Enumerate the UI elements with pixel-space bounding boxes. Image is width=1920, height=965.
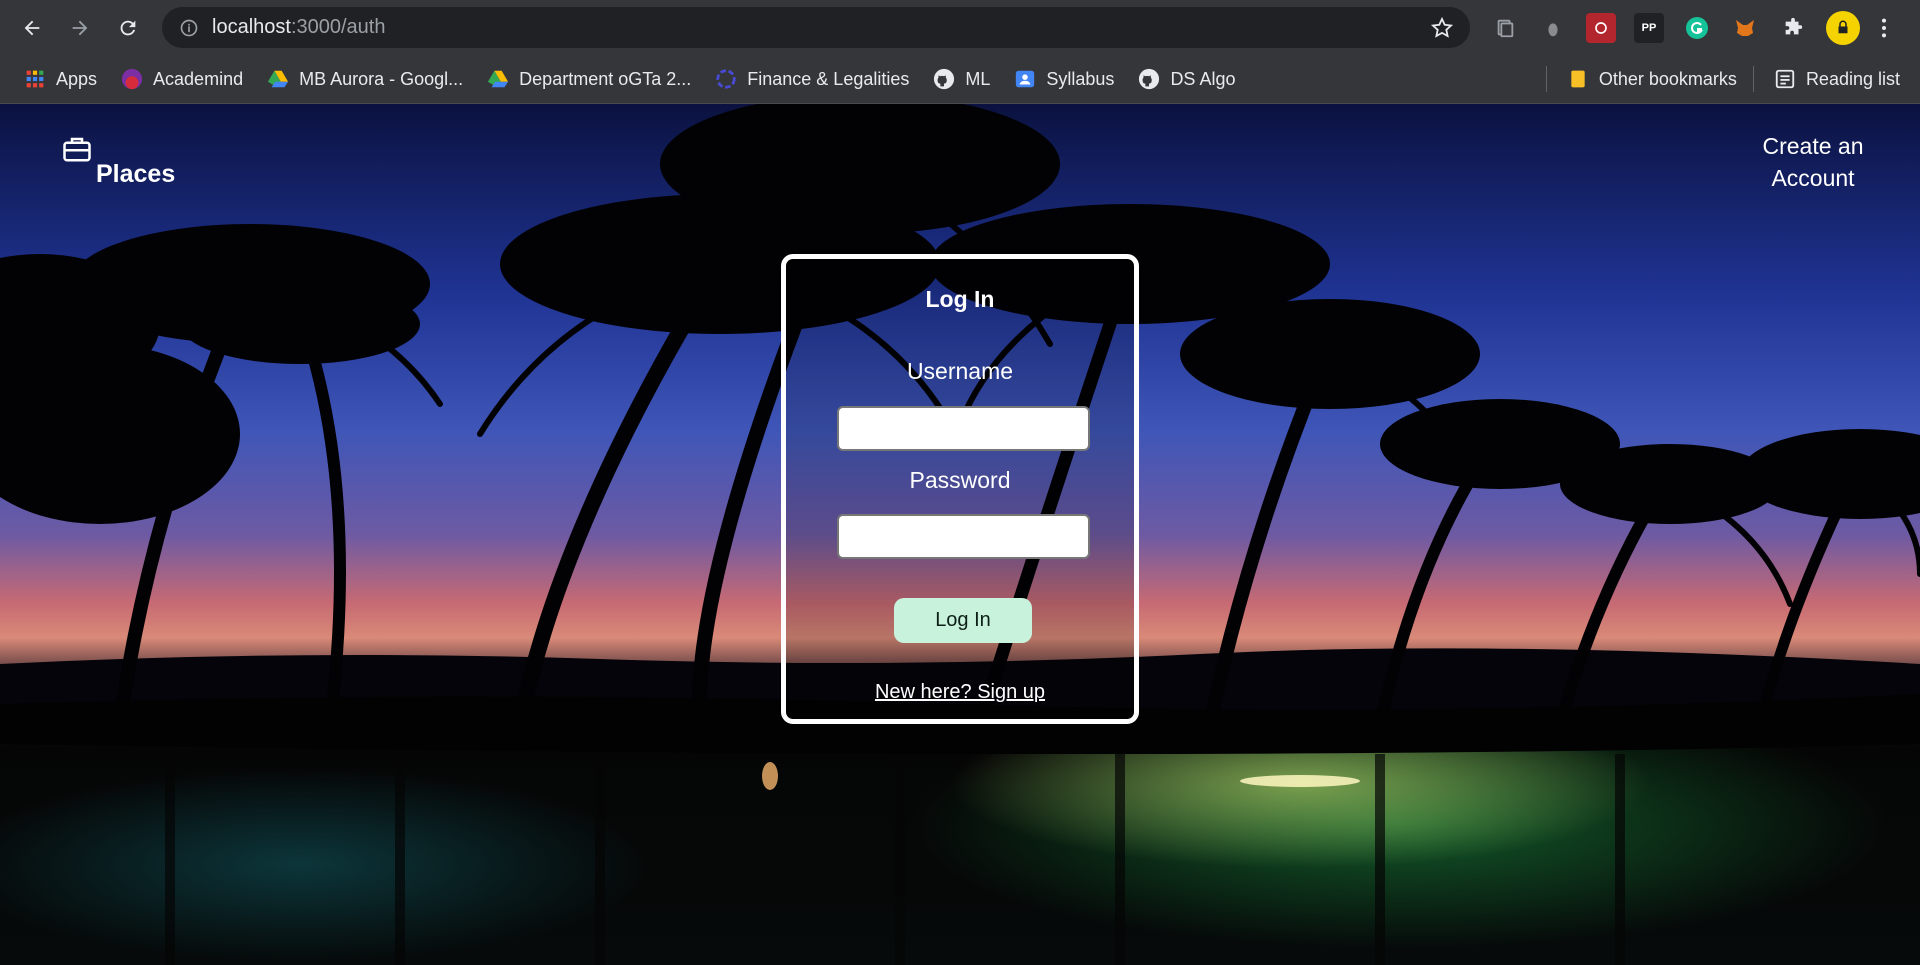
signup-link[interactable]: New here? Sign up — [786, 681, 1134, 704]
reading-list-icon — [1774, 68, 1796, 90]
pp-extension-icon[interactable]: PP — [1634, 13, 1664, 43]
bookmark-star-icon[interactable] — [1430, 16, 1454, 40]
bookmark-label: Department oGTa 2... — [519, 68, 692, 89]
user-lock-icon — [1838, 20, 1848, 34]
bookmark-label: MB Aurora - Googl... — [299, 68, 464, 89]
password-input[interactable] — [837, 514, 1090, 559]
bookmark-academind[interactable]: Academind — [111, 61, 253, 97]
back-button[interactable] — [16, 12, 48, 44]
bookmark-label: Apps — [56, 68, 98, 89]
login-title: Log In — [925, 286, 995, 312]
bookmark-label: ML — [965, 68, 991, 89]
apps-grid-icon — [24, 68, 46, 90]
url-host: localhost — [212, 16, 291, 38]
login-card: Log In Username Password Log In New here… — [781, 254, 1139, 724]
bookmark-label: Academind — [153, 68, 244, 89]
contacts-icon — [1014, 68, 1036, 90]
gray-extension-icon[interactable] — [1538, 13, 1568, 43]
url-text: localhost:3000/auth — [212, 16, 385, 39]
arrow-left-icon — [24, 20, 40, 35]
bookmark-separator — [1752, 66, 1754, 92]
brand[interactable]: Places — [62, 134, 175, 188]
reading-list-button[interactable]: Reading list — [1764, 61, 1910, 97]
bookmark-ds-algo[interactable]: DS Algo — [1128, 61, 1245, 97]
github-icon — [933, 68, 955, 90]
reading-tool-icon[interactable] — [1490, 13, 1520, 43]
link-icon — [715, 68, 737, 90]
bookmark-label: Syllabus — [1046, 68, 1115, 89]
bookmark-syllabus[interactable]: Syllabus — [1004, 61, 1124, 97]
kebab-icon — [1881, 18, 1887, 38]
site-info-icon[interactable] — [178, 17, 200, 39]
bookmark-department[interactable]: Department oGTa 2... — [477, 61, 701, 97]
briefcase-icon — [63, 137, 91, 162]
academind-icon — [121, 68, 143, 90]
url-path: :3000/auth — [290, 16, 386, 38]
folder-icon — [1567, 68, 1589, 90]
login-button[interactable]: Log In — [894, 598, 1032, 643]
bookmark-label: DS Algo — [1170, 68, 1236, 89]
bookmark-apps[interactable]: Apps — [14, 61, 107, 97]
github-icon — [1138, 68, 1160, 90]
bookmark-separator — [1545, 66, 1547, 92]
browser-toolbar: localhost:3000/auth PP — [0, 0, 1920, 55]
username-label: Username — [906, 358, 1014, 384]
username-input[interactable] — [837, 406, 1090, 451]
puzzle-icon[interactable] — [1778, 13, 1808, 43]
forward-button[interactable] — [64, 12, 96, 44]
create-account-link[interactable]: Create an Account — [1738, 130, 1888, 194]
browser-menu-button[interactable] — [1874, 12, 1894, 44]
bookmarks-right: Other bookmarks Reading list — [1540, 61, 1910, 97]
other-bookmarks-label: Other bookmarks — [1598, 68, 1737, 89]
reload-button[interactable] — [112, 12, 144, 44]
profile-avatar[interactable] — [1826, 11, 1860, 45]
extensions-area: PP — [1490, 11, 1894, 45]
reload-icon — [120, 20, 136, 35]
password-label: Password — [909, 467, 1011, 493]
bookmarks-bar: Apps Academind MB Aurora - Googl... Depa… — [0, 55, 1920, 104]
google-drive-icon — [267, 68, 289, 90]
red-extension-icon[interactable] — [1586, 13, 1616, 43]
brand-name: Places — [96, 160, 176, 188]
bookmark-mb-aurora[interactable]: MB Aurora - Googl... — [257, 61, 473, 97]
bookmark-ml[interactable]: ML — [923, 61, 1000, 97]
other-bookmarks-button[interactable]: Other bookmarks — [1557, 61, 1747, 97]
auth-page: Places Create an Account Log In Username… — [0, 104, 1920, 965]
arrow-right-icon — [72, 20, 88, 35]
reading-list-label: Reading list — [1805, 68, 1900, 89]
bookmark-finance[interactable]: Finance & Legalities — [705, 61, 919, 97]
bookmark-label: Finance & Legalities — [747, 68, 910, 89]
grammarly-icon[interactable] — [1682, 13, 1712, 43]
google-drive-icon — [487, 68, 509, 90]
metamask-icon[interactable] — [1730, 13, 1760, 43]
address-bar[interactable]: localhost:3000/auth — [162, 7, 1470, 48]
